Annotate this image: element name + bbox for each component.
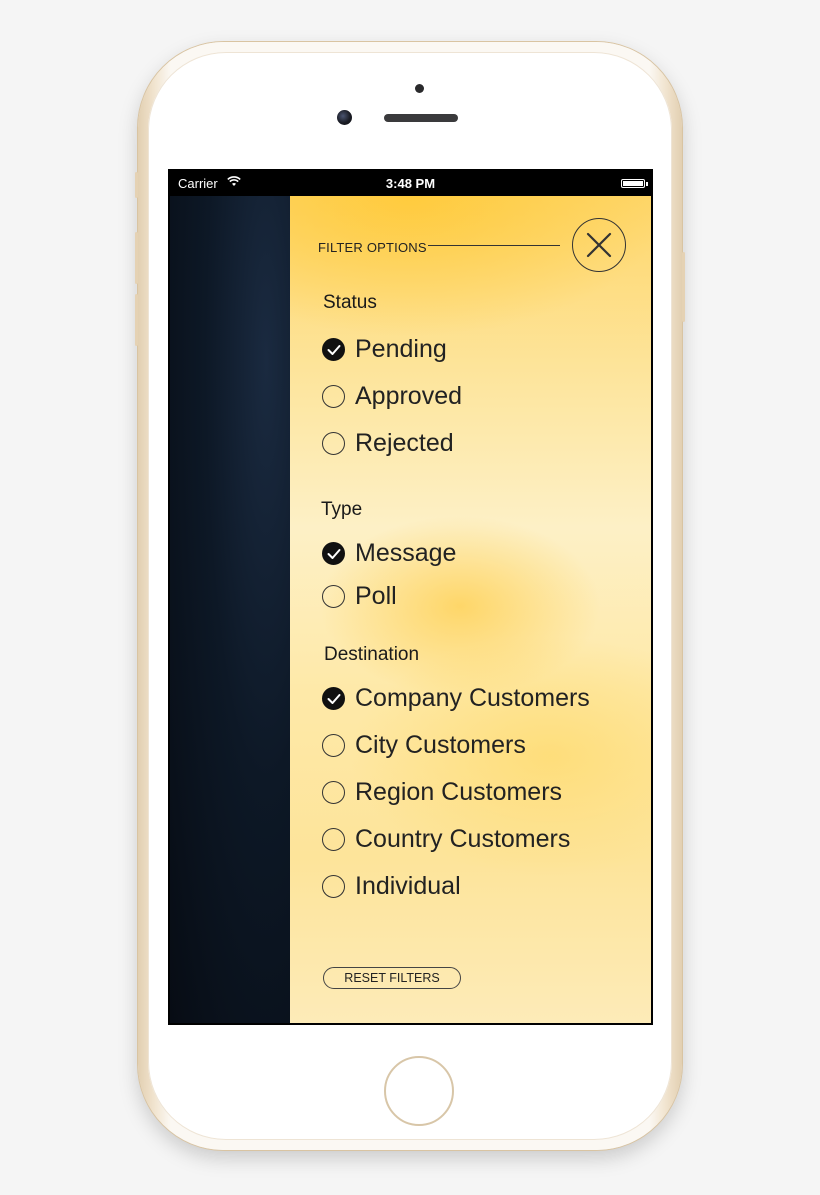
close-button[interactable] — [572, 218, 626, 272]
destination-option-country-customers[interactable]: Country Customers — [322, 823, 570, 855]
volume-up-button — [135, 232, 138, 284]
option-label: Pending — [355, 334, 447, 363]
destination-option-city-customers[interactable]: City Customers — [322, 729, 526, 761]
checked-radio-icon — [322, 686, 345, 710]
radio-icon — [322, 431, 345, 455]
home-button[interactable] — [384, 1056, 454, 1126]
option-label: Rejected — [355, 428, 454, 457]
background-content-panel — [170, 196, 290, 1023]
checked-radio-icon — [322, 337, 345, 361]
radio-icon — [322, 733, 345, 757]
radio-icon — [322, 874, 345, 898]
option-label: Poll — [355, 581, 397, 610]
filter-drawer: FILTER OPTIONS Status Pending Approved R… — [290, 196, 651, 1023]
earpiece-speaker — [384, 114, 458, 122]
option-label: Company Customers — [355, 683, 590, 712]
option-label: Region Customers — [355, 777, 563, 806]
close-x-icon — [586, 232, 612, 258]
screen: Carrier 3:48 PM FILTER OPTIONS Status Pe… — [168, 169, 653, 1025]
status-bar: Carrier 3:48 PM — [168, 169, 653, 196]
type-section-title: Type — [321, 499, 363, 520]
power-button — [682, 252, 685, 322]
status-section-title: Status — [323, 292, 377, 313]
option-label: Country Customers — [355, 824, 571, 853]
status-time: 3:48 PM — [385, 176, 436, 191]
volume-down-button — [135, 294, 138, 346]
destination-section-title: Destination — [324, 644, 420, 665]
radio-icon — [322, 584, 345, 608]
battery-icon — [621, 179, 648, 188]
proximity-sensor — [415, 84, 424, 93]
filter-options-header: FILTER OPTIONS — [318, 240, 427, 255]
front-camera-icon — [337, 110, 352, 125]
status-option-approved[interactable]: Approved — [322, 380, 462, 412]
option-label: Message — [355, 538, 457, 567]
option-label: Individual — [355, 871, 461, 900]
radio-icon — [322, 780, 345, 804]
type-option-poll[interactable]: Poll — [322, 580, 397, 612]
radio-icon — [322, 384, 345, 408]
destination-option-region-customers[interactable]: Region Customers — [322, 776, 562, 808]
status-option-pending[interactable]: Pending — [322, 333, 447, 365]
option-label: City Customers — [355, 730, 526, 759]
type-option-message[interactable]: Message — [322, 537, 456, 569]
option-label: Approved — [355, 381, 463, 410]
checked-radio-icon — [322, 541, 345, 565]
destination-option-individual[interactable]: Individual — [322, 870, 461, 902]
destination-option-company-customers[interactable]: Company Customers — [322, 682, 590, 714]
status-option-rejected[interactable]: Rejected — [322, 427, 454, 459]
header-divider — [428, 245, 560, 246]
reset-filters-button[interactable]: RESET FILTERS — [323, 967, 461, 989]
radio-icon — [322, 827, 345, 851]
mute-switch — [135, 172, 138, 198]
